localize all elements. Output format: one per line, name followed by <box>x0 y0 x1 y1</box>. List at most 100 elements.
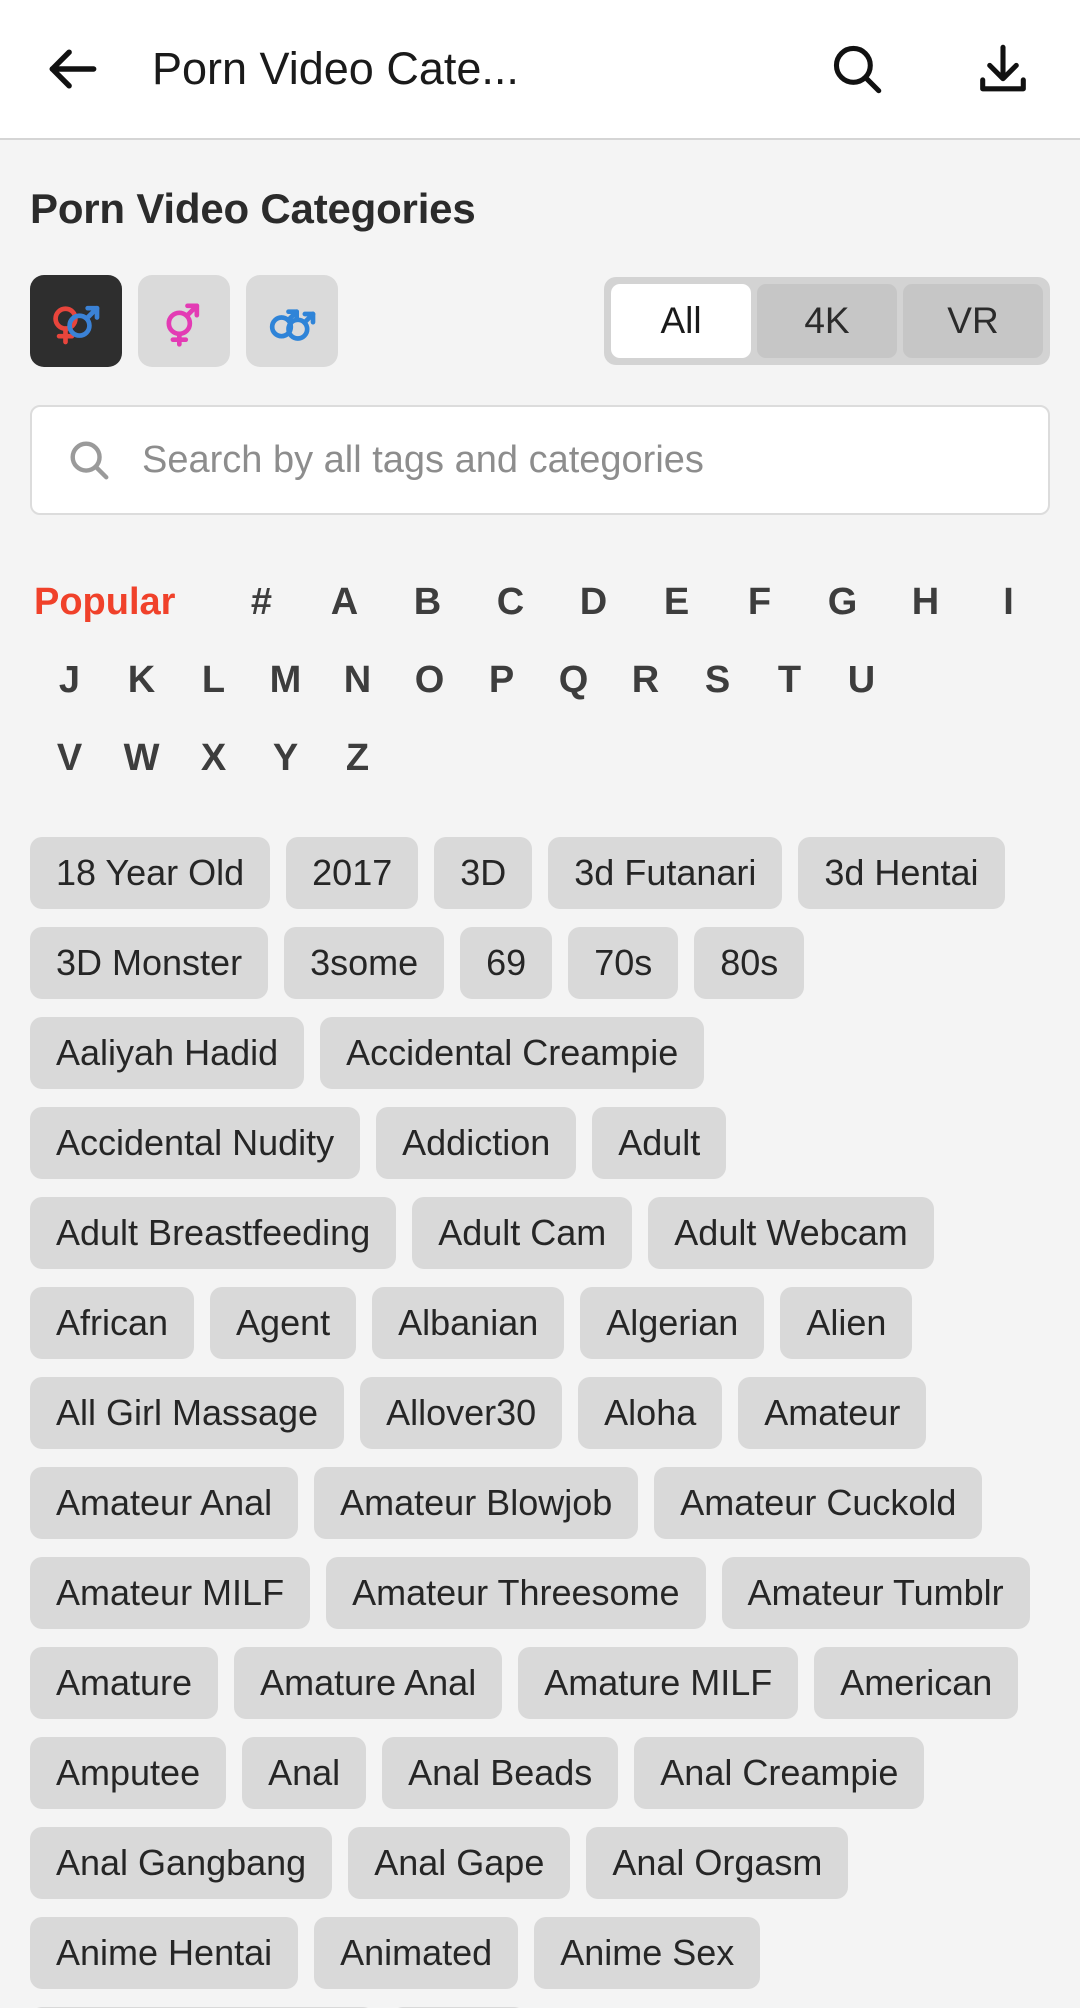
tag-chip[interactable]: Anal Orgasm <box>586 1827 849 1899</box>
tag-chip[interactable]: Anal Creampie <box>634 1737 925 1809</box>
orientation-filter-group <box>30 275 338 367</box>
quality-option-4k[interactable]: 4K <box>757 284 897 358</box>
alphabet-item-p[interactable]: P <box>466 659 537 702</box>
alphabet-item-r[interactable]: R <box>610 659 681 702</box>
alphabet-item-hash[interactable]: # <box>220 581 303 624</box>
tag-chip[interactable]: 80s <box>694 927 805 999</box>
straight-gender-icon <box>48 293 104 349</box>
tag-chip[interactable]: Amateur <box>738 1377 927 1449</box>
tag-chip[interactable]: 3d Futanari <box>548 837 783 909</box>
alphabet-item-n[interactable]: N <box>322 659 393 702</box>
tag-chip[interactable]: Addiction <box>376 1107 577 1179</box>
tag-chip[interactable]: Albanian <box>372 1287 565 1359</box>
alphabet-item-a[interactable]: A <box>303 581 386 624</box>
tag-chip[interactable]: 69 <box>460 927 553 999</box>
tag-chip[interactable]: Anal <box>242 1737 367 1809</box>
tag-chip[interactable]: Amateur Tumblr <box>721 1557 1030 1629</box>
tag-chip[interactable]: Amateur MILF <box>30 1557 311 1629</box>
tag-chip[interactable]: 2017 <box>286 837 419 909</box>
tag-chip[interactable]: Amature <box>30 1647 219 1719</box>
tag-chip[interactable]: Allover30 <box>360 1377 563 1449</box>
tag-chip[interactable]: Amateur Anal <box>30 1467 299 1539</box>
alphabet-item-g[interactable]: G <box>801 581 884 624</box>
alphabet-item-i[interactable]: I <box>967 581 1050 624</box>
alphabet-item-w[interactable]: W <box>106 737 177 780</box>
tag-cloud: 18 Year Old 2017 3D 3d Futanari 3d Hentai 3D … <box>30 837 1050 2008</box>
tag-chip[interactable]: Anal Gangbang <box>30 1827 333 1899</box>
alphabet-item-u[interactable]: U <box>826 659 897 702</box>
alphabet-item-s[interactable]: S <box>682 659 753 702</box>
tag-chip[interactable]: Animated <box>314 1917 519 1989</box>
tag-chip[interactable]: Anime Sex <box>534 1917 761 1989</box>
tag-chip[interactable]: Anime Hentai <box>30 1917 299 1989</box>
tag-chip[interactable]: Amature Anal <box>234 1647 503 1719</box>
tag-chip[interactable]: Adult Webcam <box>648 1197 934 1269</box>
tag-chip[interactable]: Algerian <box>580 1287 765 1359</box>
tag-chip[interactable]: Agent <box>210 1287 357 1359</box>
alphabet-item-z[interactable]: Z <box>322 737 393 780</box>
search-icon <box>828 40 886 98</box>
alphabet-item-t[interactable]: T <box>754 659 825 702</box>
tag-chip[interactable]: 3D Monster <box>30 927 269 999</box>
tag-chip[interactable]: 3some <box>284 927 445 999</box>
tag-chip[interactable]: Anal Gape <box>348 1827 571 1899</box>
gay-gender-icon <box>264 293 320 349</box>
alphabet-item-k[interactable]: K <box>106 659 177 702</box>
search-icon <box>66 437 112 483</box>
alphabet-item-j[interactable]: J <box>34 659 105 702</box>
tag-chip[interactable]: Aaliyah Hadid <box>30 1017 305 1089</box>
tag-chip[interactable]: Adult Cam <box>412 1197 633 1269</box>
alphabet-item-x[interactable]: X <box>178 737 249 780</box>
tag-chip[interactable]: American <box>814 1647 1019 1719</box>
tag-chip[interactable]: 18 Year Old <box>30 837 271 909</box>
app-bar: Porn Video Cate... <box>0 0 1080 140</box>
alphabet-item-y[interactable]: Y <box>250 737 321 780</box>
header-search-button[interactable] <box>814 26 900 112</box>
tag-chip[interactable]: Adult Breastfeeding <box>30 1197 397 1269</box>
alphabet-item-popular[interactable]: Popular <box>30 581 220 624</box>
tag-chip[interactable]: Amputee <box>30 1737 227 1809</box>
alphabet-item-b[interactable]: B <box>386 581 469 624</box>
tag-chip[interactable]: 3D <box>434 837 533 909</box>
alphabet-row-2: J K L M N O P Q R S T U <box>30 641 1050 719</box>
alphabet-row-3: V W X Y Z <box>30 719 1050 797</box>
tag-chip[interactable]: All Girl Massage <box>30 1377 345 1449</box>
tag-chip[interactable]: Alien <box>780 1287 913 1359</box>
alphabet-item-f[interactable]: F <box>718 581 801 624</box>
alphabet-item-c[interactable]: C <box>469 581 552 624</box>
alphabet-item-e[interactable]: E <box>635 581 718 624</box>
app-bar-title: Porn Video Cate... <box>152 43 519 94</box>
tag-chip[interactable]: Amateur Blowjob <box>314 1467 639 1539</box>
back-button[interactable] <box>34 30 112 108</box>
alphabet-item-l[interactable]: L <box>178 659 249 702</box>
download-icon <box>974 40 1032 98</box>
alphabet-item-h[interactable]: H <box>884 581 967 624</box>
arrow-left-icon <box>42 38 104 100</box>
tag-chip[interactable]: Accidental Creampie <box>320 1017 705 1089</box>
tag-chip[interactable]: Amateur Threesome <box>326 1557 706 1629</box>
orientation-option-trans[interactable] <box>138 275 230 367</box>
tag-chip[interactable]: Accidental Nudity <box>30 1107 361 1179</box>
tag-chip[interactable]: Anal Beads <box>382 1737 619 1809</box>
tag-chip[interactable]: 3d Hentai <box>798 837 1005 909</box>
tag-chip[interactable]: 70s <box>568 927 679 999</box>
alphabet-item-v[interactable]: V <box>34 737 105 780</box>
tag-chip[interactable]: Adult <box>592 1107 727 1179</box>
quality-option-all[interactable]: All <box>611 284 751 358</box>
alphabet-item-o[interactable]: O <box>394 659 465 702</box>
search-input[interactable]: Search by all tags and categories <box>30 405 1050 515</box>
quality-filter-group: All 4K VR <box>604 277 1050 365</box>
orientation-option-straight[interactable] <box>30 275 122 367</box>
header-download-button[interactable] <box>960 26 1046 112</box>
tag-chip[interactable]: Amateur Cuckold <box>654 1467 983 1539</box>
alphabet-item-q[interactable]: Q <box>538 659 609 702</box>
filter-row: All 4K VR <box>30 275 1050 367</box>
quality-option-vr[interactable]: VR <box>903 284 1043 358</box>
alphabet-item-d[interactable]: D <box>552 581 635 624</box>
transgender-icon <box>156 293 212 349</box>
tag-chip[interactable]: African <box>30 1287 195 1359</box>
alphabet-item-m[interactable]: M <box>250 659 321 702</box>
orientation-option-gay[interactable] <box>246 275 338 367</box>
tag-chip[interactable]: Aloha <box>578 1377 723 1449</box>
tag-chip[interactable]: Amature MILF <box>518 1647 799 1719</box>
